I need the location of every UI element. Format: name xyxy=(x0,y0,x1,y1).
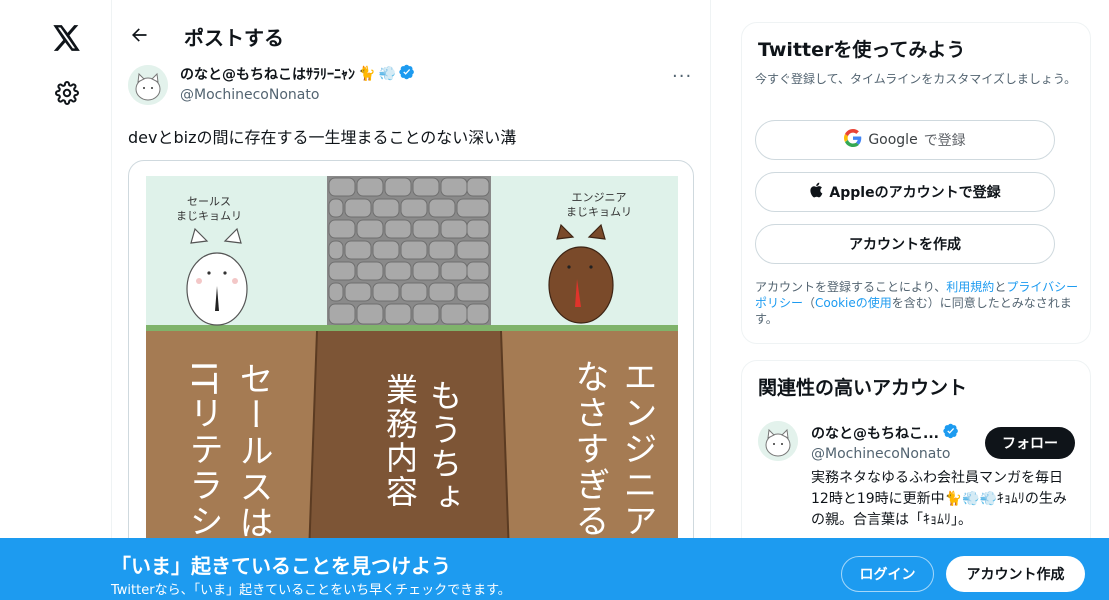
legal-open: （ xyxy=(803,296,816,310)
engineer-text-col2: なさすぎる xyxy=(569,359,609,539)
related-title: 関連性の高いアカウント xyxy=(758,377,968,399)
apple-icon xyxy=(809,182,823,202)
signup-card: Twitterを使ってみよう 今すぐ登録して、タイムラインをカスタマイズしましょ… xyxy=(741,22,1091,344)
create-account-label: アカウントを作成 xyxy=(849,237,961,253)
back-arrow-icon[interactable] xyxy=(126,22,152,48)
related-avatar[interactable] xyxy=(758,421,798,461)
author-handle[interactable]: @MochinecoNonato xyxy=(180,87,319,103)
left-nav xyxy=(0,0,111,600)
related-handle[interactable]: @MochinecoNonato xyxy=(811,446,950,462)
google-signup-label: Google xyxy=(868,132,918,148)
signup-card-title: Twitterを使ってみよう xyxy=(758,39,966,61)
google-icon xyxy=(844,129,862,151)
google-signup-suffix: で登録 xyxy=(923,133,966,149)
banner-title: 「いま」起きていることを見つけよう xyxy=(111,554,451,578)
author-avatar[interactable] xyxy=(128,65,168,105)
login-button[interactable]: ログイン xyxy=(841,556,934,592)
gear-icon[interactable] xyxy=(48,74,86,112)
cat-emoji-icon: 🐈 xyxy=(358,66,376,82)
apple-signup-label: Appleのアカウントで登録 xyxy=(829,185,1001,201)
main-column: ポストする のなと@もちねこはｻﾗﾘｰﾆｬﾝ 🐈 💨 @MochinecoNon… xyxy=(112,0,710,600)
right-sidebar: Twitterを使ってみよう 今すぐ登録して、タイムラインをカスタマイズしましょ… xyxy=(741,0,1091,600)
page-header: ポストする xyxy=(112,14,710,58)
post-image[interactable]: セールスまじキョムリ エンジニアまじキョムリ セールスは ITリテラシ もうちょ… xyxy=(128,160,694,600)
verified-badge-icon xyxy=(399,64,415,84)
sales-text-col1: セールスは xyxy=(233,361,273,541)
page-title: ポストする xyxy=(184,26,284,50)
center-text-col2: 業務内容 xyxy=(381,373,419,509)
banner-subtitle: Twitterなら、「いま」起きていることをいち早くチェックできます。 xyxy=(111,583,511,598)
dash-emoji-icon: 💨 xyxy=(378,66,396,82)
author-name-row[interactable]: のなと@もちねこはｻﾗﾘｰﾆｬﾝ 🐈 💨 xyxy=(180,64,415,84)
more-options-icon[interactable]: ··· xyxy=(672,66,696,87)
legal-text: アカウントを登録することにより、利用規約とプライバシーポリシー（Cookieの使… xyxy=(755,279,1083,327)
caption-engineer: エンジニアまじキョムリ xyxy=(566,191,632,218)
related-name[interactable]: のなと@もちねこ... xyxy=(811,423,939,443)
x-logo-icon[interactable] xyxy=(48,19,86,57)
engineer-text-col1: エンジニア xyxy=(617,359,657,539)
legal-pre: アカウントを登録することにより、 xyxy=(755,280,947,294)
signup-button[interactable]: アカウント作成 xyxy=(946,556,1085,592)
follow-button[interactable]: フォロー xyxy=(985,427,1075,459)
cookie-link[interactable]: Cookieの使用 xyxy=(815,296,892,310)
apple-signup-button[interactable]: Appleのアカウントで登録 xyxy=(755,172,1055,212)
google-signup-button[interactable]: Google で登録 xyxy=(755,120,1055,160)
related-name-row[interactable]: のなと@もちねこ... xyxy=(811,423,959,443)
center-text-col1: もうちょ xyxy=(425,379,463,515)
terms-link[interactable]: 利用規約 xyxy=(946,280,994,294)
related-bio: 実務ネタなゆるふわ会社員マンガを毎日12時と19時に更新中🐈💨💨ｷｮﾑﾘの生みの… xyxy=(811,470,1067,528)
legal-and: と xyxy=(994,280,1007,294)
create-account-button[interactable]: アカウントを作成 xyxy=(755,224,1055,264)
bottom-signup-banner: 「いま」起きていることを見つけよう Twitterなら、「いま」起きていることを… xyxy=(0,538,1109,600)
post-text: devとbizの間に存在する一生埋まることのない深い溝 xyxy=(128,128,517,147)
author-name[interactable]: のなと@もちねこはｻﾗﾘｰﾆｬﾝ xyxy=(180,64,355,84)
verified-badge-icon xyxy=(943,423,959,443)
signup-card-subtitle: 今すぐ登録して、タイムラインをカスタマイズしましょう。 xyxy=(755,72,1077,86)
divider-right xyxy=(710,0,711,600)
sales-text-col2: ITリテラシ xyxy=(183,361,223,540)
